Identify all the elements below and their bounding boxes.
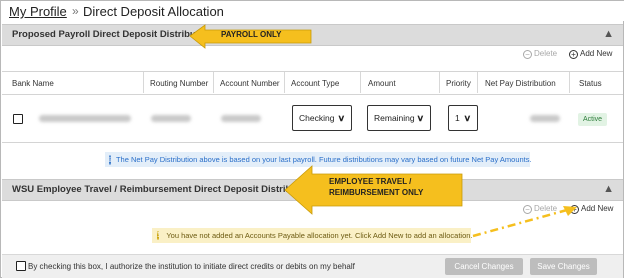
col-routing-number: Routing Number <box>150 79 209 88</box>
cancel-changes-button[interactable]: Cancel Changes <box>445 258 523 275</box>
account-type-select[interactable]: Checking ∨ <box>292 105 352 131</box>
chevron-down-icon: ∨ <box>337 112 346 123</box>
plus-circle-icon: + <box>569 50 578 59</box>
col-net-pay-distribution: Net Pay Distribution <box>485 79 556 88</box>
col-account-number: Account Number <box>220 79 280 88</box>
net-pay-redacted <box>530 115 560 122</box>
breadcrumb-separator: » <box>72 4 79 18</box>
page-header: My Profile » Direct Deposit Allocation <box>1 1 624 21</box>
amount-value: Remaining <box>374 113 415 123</box>
payroll-collapse-icon[interactable]: ▲ <box>603 28 614 40</box>
col-amount: Amount <box>368 79 396 88</box>
payroll-add-new-label: Add New <box>580 49 613 58</box>
accounts-payable-warning: ! You have not added an Accounts Payable… <box>152 228 473 243</box>
table-header-border <box>2 94 623 95</box>
warning-text: You have not added an Accounts Payable a… <box>166 231 473 240</box>
payroll-callout-label: PAYROLL ONLY <box>221 30 282 39</box>
column-divider <box>569 72 570 93</box>
chevron-down-icon: ∨ <box>416 112 425 123</box>
column-divider <box>213 72 214 93</box>
payroll-section-title: Proposed Payroll Direct Deposit Distribu… <box>12 29 214 40</box>
routing-number-redacted <box>151 115 191 122</box>
info-icon: i <box>109 154 111 165</box>
travel-add-new-label: Add New <box>581 204 614 213</box>
column-divider <box>360 72 361 93</box>
column-divider <box>284 72 285 93</box>
col-account-type: Account Type <box>291 79 340 88</box>
footer-bar: By checking this box, I authorize the in… <box>2 254 623 278</box>
col-bank-name: Bank Name <box>12 79 54 88</box>
account-number-redacted <box>221 115 261 122</box>
authorize-checkbox[interactable] <box>16 261 26 271</box>
table-top-border <box>2 71 623 72</box>
bank-name-redacted <box>39 115 131 122</box>
table-row-border <box>2 142 623 143</box>
col-status: Status <box>579 79 602 88</box>
column-divider <box>477 72 478 93</box>
payroll-delete-button[interactable]: − Delete <box>523 49 557 59</box>
warning-icon: ! <box>157 231 160 240</box>
column-divider <box>439 72 440 93</box>
my-profile-link[interactable]: My Profile <box>9 4 67 19</box>
priority-value: 1 <box>455 113 460 123</box>
minus-circle-icon: − <box>523 50 532 59</box>
account-type-value: Checking <box>299 113 335 123</box>
col-priority: Priority <box>446 79 471 88</box>
travel-section-title: WSU Employee Travel / Reimbursement Dire… <box>12 184 315 195</box>
column-divider <box>143 72 144 93</box>
row-select-checkbox[interactable] <box>13 114 23 124</box>
chevron-down-icon: ∨ <box>463 112 472 123</box>
priority-select[interactable]: 1 ∨ <box>448 105 478 131</box>
amount-select[interactable]: Remaining ∨ <box>367 105 431 131</box>
payroll-add-new-button[interactable]: + Add New <box>569 49 612 59</box>
info-text: The Net Pay Distribution above is based … <box>115 155 532 164</box>
authorize-text: By checking this box, I authorize the in… <box>28 262 355 271</box>
payroll-delete-label: Delete <box>534 49 558 58</box>
status-badge: Active <box>578 113 608 126</box>
travel-collapse-icon[interactable]: ▲ <box>603 183 614 195</box>
save-changes-button[interactable]: Save Changes <box>530 258 597 275</box>
annotation-arrow-icon <box>472 206 577 238</box>
page-title: Direct Deposit Allocation <box>83 4 224 19</box>
travel-callout-label-line1: EMPLOYEE TRAVEL / <box>329 177 412 186</box>
travel-callout-label-line2: REIMBURSEMENT ONLY <box>329 188 424 197</box>
